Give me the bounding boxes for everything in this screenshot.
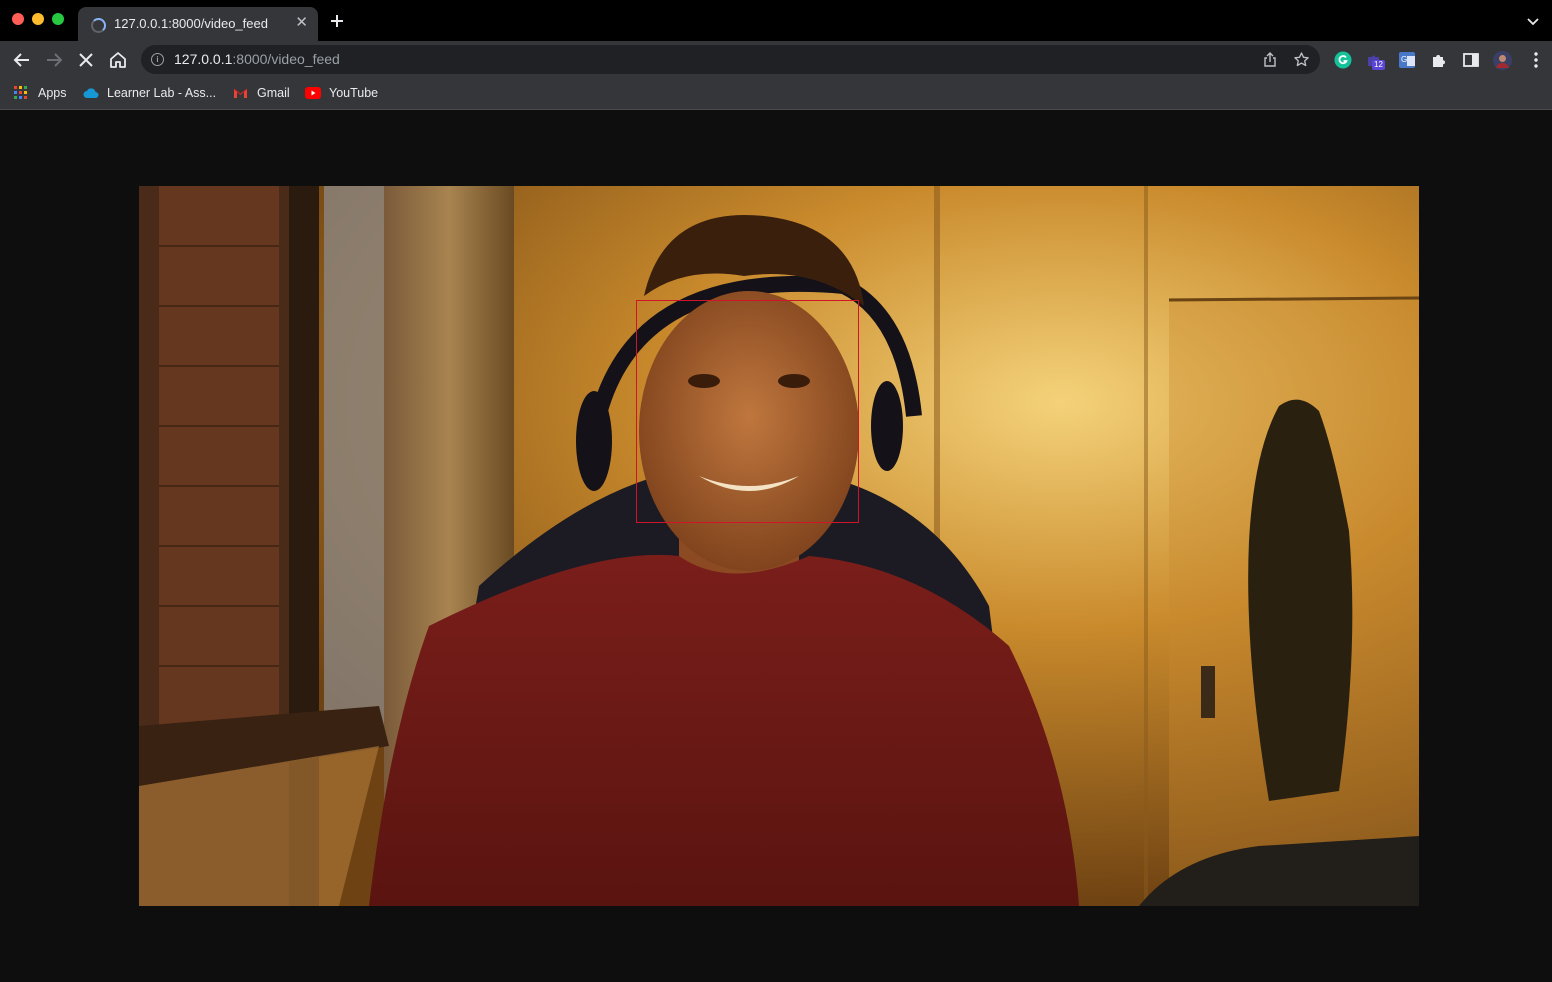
kebab-menu-icon	[1534, 52, 1538, 68]
stop-loading-button[interactable]	[76, 50, 96, 70]
puzzle-icon	[1433, 55, 1445, 67]
side-panel-button[interactable]	[1462, 51, 1480, 69]
profile-button[interactable]	[1493, 51, 1512, 70]
svg-text:G: G	[1401, 55, 1407, 64]
video-feed-image	[139, 186, 1419, 906]
cloud-icon	[83, 88, 99, 98]
url-path: :8000/video_feed	[232, 51, 340, 67]
stop-x-icon	[79, 53, 93, 67]
forward-arrow-icon	[47, 53, 63, 67]
youtube-icon	[305, 87, 321, 99]
bookmark-label: Gmail	[257, 86, 290, 100]
plus-icon	[331, 15, 343, 27]
url-text[interactable]: 127.0.0.1:8000/video_feed	[174, 51, 340, 67]
translate-icon: G	[1399, 52, 1415, 68]
translate-extension[interactable]: G	[1398, 51, 1416, 69]
avatar	[1493, 51, 1512, 70]
back-arrow-icon	[13, 53, 29, 67]
new-tab-button[interactable]	[330, 10, 344, 32]
apps-grid-icon	[14, 86, 27, 99]
loading-spinner-icon	[91, 18, 106, 33]
browser-toolbar: i 127.0.0.1:8000/video_feed 12 G	[0, 41, 1552, 78]
browser-menu-button[interactable]	[1527, 51, 1545, 69]
extension-badge: 12	[1372, 60, 1385, 70]
tab-search-button[interactable]	[1526, 14, 1540, 32]
face-detection-box	[636, 300, 859, 523]
tab-close-icon[interactable]: ✕	[295, 15, 308, 31]
share-icon	[1264, 52, 1276, 67]
bookmarks-bar: Apps Learner Lab - Ass... Gmail YouTube	[0, 78, 1552, 110]
active-tab[interactable]: 127.0.0.1:8000/video_feed ✕	[78, 7, 318, 41]
chevron-down-icon	[1527, 18, 1539, 26]
bookmark-label: Apps	[38, 86, 67, 100]
grammarly-icon	[1334, 51, 1352, 69]
minimize-window-button[interactable]	[32, 13, 44, 25]
webcam-frame-illustration	[139, 186, 1419, 906]
forward-button[interactable]	[44, 50, 64, 70]
back-button[interactable]	[12, 50, 32, 70]
bookmark-star-button[interactable]	[1294, 52, 1309, 72]
close-window-button[interactable]	[12, 13, 24, 25]
url-host: 127.0.0.1	[174, 51, 233, 67]
bookmark-label: Learner Lab - Ass...	[107, 86, 217, 100]
address-bar[interactable]: i 127.0.0.1:8000/video_feed	[141, 45, 1320, 74]
side-panel-icon	[1463, 53, 1479, 67]
maximize-window-button[interactable]	[52, 13, 64, 25]
extensions-menu-button[interactable]	[1430, 51, 1448, 69]
tab-strip: 127.0.0.1:8000/video_feed ✕	[0, 0, 1552, 41]
gmail-icon	[233, 88, 248, 98]
star-icon	[1294, 52, 1309, 67]
grammarly-extension[interactable]	[1334, 51, 1352, 69]
home-button[interactable]	[108, 50, 128, 70]
share-button[interactable]	[1263, 52, 1277, 72]
tab-title: 127.0.0.1:8000/video_feed	[114, 16, 268, 31]
extension-with-badge[interactable]: 12	[1366, 51, 1385, 70]
bookmark-label: YouTube	[329, 86, 379, 100]
home-icon	[110, 52, 126, 68]
site-info-icon[interactable]: i	[151, 53, 164, 66]
